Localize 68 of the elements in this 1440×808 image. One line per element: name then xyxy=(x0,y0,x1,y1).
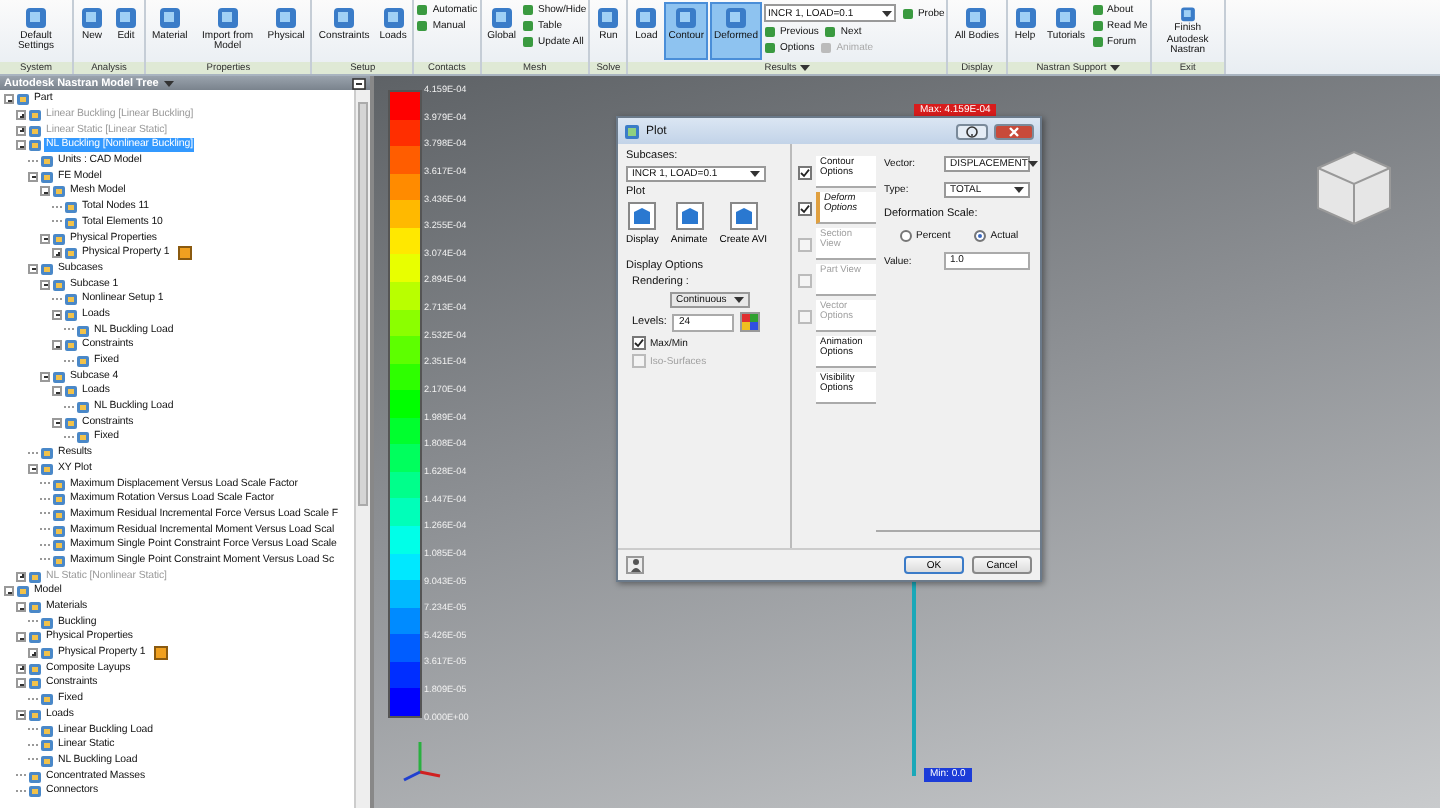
tool-icon xyxy=(1054,6,1079,30)
collapse-toggle[interactable] xyxy=(28,263,38,274)
tool-icon xyxy=(489,6,514,30)
collapse-toggle[interactable] xyxy=(4,94,14,105)
tool-icon xyxy=(1175,6,1200,23)
collapse-toggle[interactable] xyxy=(16,709,26,720)
close-icon xyxy=(1008,125,1020,137)
radio-button[interactable] xyxy=(900,230,912,242)
checkbox[interactable] xyxy=(632,336,646,350)
tool-icon xyxy=(634,6,659,30)
caret-icon xyxy=(1110,64,1121,72)
axis-triad-icon xyxy=(400,736,444,784)
person-button[interactable] xyxy=(626,556,644,574)
checkbox[interactable] xyxy=(798,165,812,179)
radio-button[interactable] xyxy=(974,230,987,242)
tool-icon xyxy=(596,6,621,30)
expand-toggle[interactable] xyxy=(16,125,26,136)
tool-icon xyxy=(1013,6,1038,30)
color-button[interactable] xyxy=(740,312,761,332)
help-icon xyxy=(966,125,978,137)
collapse-toggle[interactable] xyxy=(40,186,50,197)
tool-icon xyxy=(215,6,240,30)
collapse-toggle[interactable] xyxy=(52,309,62,320)
caret-icon xyxy=(800,64,811,72)
scrollbar[interactable] xyxy=(354,90,370,808)
help-button[interactable] xyxy=(956,123,988,139)
expand-toggle[interactable] xyxy=(52,248,62,259)
tool-icon xyxy=(964,6,989,30)
checkbox[interactable] xyxy=(798,201,812,215)
expand-toggle[interactable] xyxy=(16,663,26,674)
collapse-toggle[interactable] xyxy=(52,417,62,428)
check-mark-icon xyxy=(634,338,644,348)
tool-icon xyxy=(157,6,182,30)
tool-icon xyxy=(274,6,299,30)
collapse-toggle[interactable] xyxy=(4,586,14,597)
check-mark-icon xyxy=(800,203,810,213)
palette-icon xyxy=(742,314,759,330)
collapse-toggle[interactable] xyxy=(16,602,26,613)
collapse-toggle[interactable] xyxy=(40,371,50,382)
collapse-toggle[interactable] xyxy=(52,340,62,351)
tool-icon xyxy=(723,6,748,30)
tool-icon xyxy=(80,6,104,30)
caret-icon xyxy=(734,296,744,304)
tool-icon xyxy=(901,7,914,19)
tool-icon xyxy=(674,6,699,30)
expand-toggle[interactable] xyxy=(28,648,38,659)
check-mark-icon xyxy=(800,167,810,177)
expand-toggle[interactable] xyxy=(16,571,26,582)
tool-icon xyxy=(24,6,48,30)
collapse-toggle[interactable] xyxy=(16,678,26,689)
close-button[interactable] xyxy=(994,123,1034,139)
collapse-toggle[interactable] xyxy=(40,233,50,244)
caret-icon xyxy=(881,9,892,17)
tool-icon xyxy=(332,6,357,30)
collapse-toggle[interactable] xyxy=(28,171,38,182)
collapse-toggle[interactable] xyxy=(28,463,38,474)
collapse-toggle[interactable] xyxy=(40,279,50,290)
caret-icon xyxy=(1014,186,1024,194)
expand-toggle[interactable] xyxy=(16,110,26,121)
collapse-toggle[interactable] xyxy=(16,632,26,643)
plot-icon xyxy=(624,123,640,139)
collapse-toggle[interactable] xyxy=(52,386,62,397)
tool-icon xyxy=(114,6,138,30)
collapse-toggle[interactable] xyxy=(16,140,26,151)
caret-icon xyxy=(1027,160,1038,168)
person-icon xyxy=(629,558,641,572)
tool-icon xyxy=(381,6,406,30)
caret-icon xyxy=(750,170,760,178)
